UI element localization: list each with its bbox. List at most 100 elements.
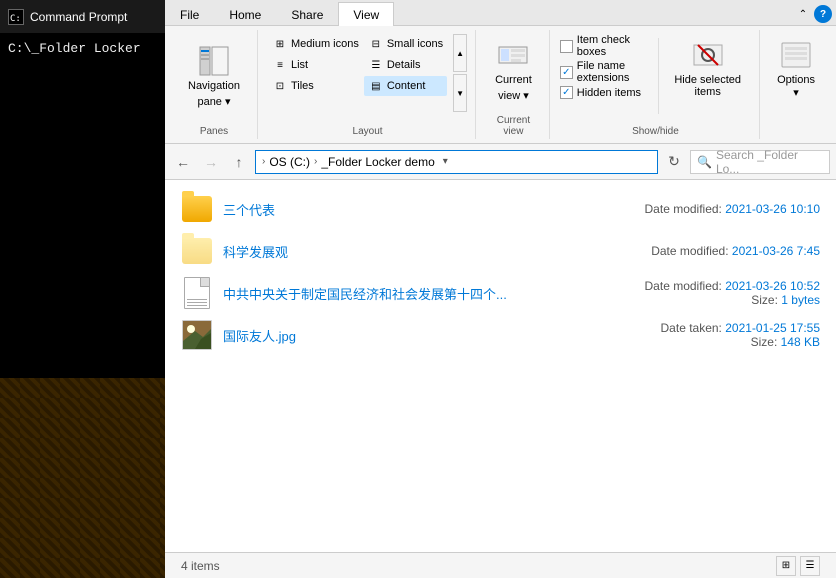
meta-label: Date modified: — [645, 279, 722, 293]
layout-content[interactable]: ▤ Content — [364, 76, 447, 96]
ribbon-group-options: Options ▾ _ — [762, 30, 830, 139]
file-meta: Date modified: 2021-03-26 10:52 Size: 1 … — [645, 279, 820, 307]
document-icon — [181, 277, 213, 309]
tiles-icon: ⊡ — [272, 78, 288, 94]
cmd-title: Command Prompt — [30, 10, 127, 24]
meta-label: Date modified: — [651, 244, 728, 258]
current-view-icon — [497, 39, 529, 71]
file-meta: Date taken: 2021-01-25 17:55 Size: 148 K… — [661, 321, 820, 349]
layout-scroll-up[interactable]: ▲ — [453, 34, 467, 72]
layout-tiles[interactable]: ⊡ Tiles — [268, 76, 363, 96]
file-meta: Date modified: 2021-03-26 10:10 — [645, 202, 820, 216]
hidden-items-option[interactable]: ✓ Hidden items — [560, 86, 652, 99]
refresh-button[interactable]: ↻ — [662, 150, 686, 174]
path-folder[interactable]: _Folder Locker demo — [321, 155, 434, 169]
cmd-panel: C: Command Prompt C:\_Folder Locker — [0, 0, 165, 578]
layout-grid: ⊞ Medium icons ⊟ Small icons ≡ List ☰ — [268, 34, 447, 96]
tab-view[interactable]: View — [338, 2, 394, 26]
up-button[interactable]: ↑ — [227, 150, 251, 174]
hide-selected-button[interactable]: Hide selected items — [664, 34, 751, 103]
tab-share[interactable]: Share — [276, 2, 338, 26]
forward-button[interactable]: → — [199, 150, 223, 174]
meta-label: Date taken: — [661, 321, 722, 335]
tab-file[interactable]: File — [165, 2, 214, 26]
file-meta: Date modified: 2021-03-26 7:45 — [651, 244, 820, 258]
folder-icon — [181, 235, 213, 267]
panes-group-content: Navigation pane ▾ — [179, 30, 249, 122]
file-name-extensions-option[interactable]: ✓ File name extensions — [560, 60, 652, 84]
meta-label: Date modified: — [645, 202, 722, 216]
ribbon-group-panes: Navigation pane ▾ Panes — [171, 30, 258, 139]
search-box[interactable]: 🔍 Search _Folder Lo... — [690, 150, 830, 174]
address-input[interactable]: › OS (C:) › _Folder Locker demo ▾ — [255, 150, 658, 174]
folder-yellow-icon — [182, 196, 212, 222]
current-view-label: Current — [495, 74, 532, 86]
meta-time: 17:55 — [790, 321, 820, 335]
file-list: 三个代表 Date modified: 2021-03-26 10:10 科学发… — [165, 180, 836, 552]
file-name: 中共中央关于制定国民经济和社会发展第十四个... — [223, 284, 635, 303]
list-item[interactable]: 三个代表 Date modified: 2021-03-26 10:10 — [165, 188, 836, 230]
hide-selected-icon — [692, 39, 724, 71]
hidden-items-cb: ✓ — [560, 86, 573, 99]
layout-medium-icons[interactable]: ⊞ Medium icons — [268, 34, 363, 54]
item-checkboxes-cb — [560, 40, 573, 53]
cmd-bottom-image — [0, 378, 165, 578]
meta-time: 10:52 — [790, 279, 820, 293]
showhide-group-label: Show/hide — [560, 122, 751, 139]
current-view-button[interactable]: Current view ▾ — [486, 34, 541, 107]
size-value: 1 bytes — [781, 293, 820, 307]
search-placeholder: Search _Folder Lo... — [716, 148, 823, 176]
file-name: 三个代表 — [223, 200, 635, 219]
doc-icon-shape — [184, 277, 210, 309]
meta-date: 2021-03-26 — [725, 279, 786, 293]
path-root[interactable]: OS (C:) — [269, 155, 310, 169]
minimize-ribbon-btn[interactable]: ⌃ — [794, 5, 812, 23]
nav-pane-sublabel: pane ▾ — [197, 95, 230, 108]
tab-home[interactable]: Home — [214, 2, 276, 26]
meta-date: 2021-03-26 — [725, 202, 786, 216]
image-icon — [181, 319, 213, 351]
list-view-button[interactable]: ☰ — [800, 556, 820, 576]
doc-line — [187, 299, 207, 300]
meta-row: Date modified: 2021-03-26 10:52 — [645, 279, 820, 293]
tab-controls: ⌃ ? — [790, 3, 836, 25]
ribbon-group-layout: ⊞ Medium icons ⊟ Small icons ≡ List ☰ — [260, 30, 476, 139]
size-label: Size: — [751, 335, 778, 349]
nav-pane-button[interactable]: Navigation pane ▾ — [179, 40, 249, 113]
layout-details[interactable]: ☰ Details — [364, 55, 447, 75]
cmd-titlebar: C: Command Prompt — [0, 0, 165, 33]
file-name: 国际友人.jpg — [223, 326, 651, 345]
file-name-extensions-cb: ✓ — [560, 66, 573, 79]
options-icon — [780, 39, 812, 71]
list-item[interactable]: 中共中央关于制定国民经济和社会发展第十四个... Date modified: … — [165, 272, 836, 314]
item-checkboxes-option[interactable]: Item check boxes — [560, 34, 652, 58]
ribbon-content: Navigation pane ▾ Panes ⊞ Medium icons — [165, 26, 836, 143]
grid-view-button[interactable]: ⊞ — [776, 556, 796, 576]
layout-small-icons[interactable]: ⊟ Small icons — [364, 34, 447, 54]
list-icon: ≡ — [272, 57, 288, 73]
list-item[interactable]: 国际友人.jpg Date taken: 2021-01-25 17:55 Si… — [165, 314, 836, 356]
layout-group-content: ⊞ Medium icons ⊟ Small icons ≡ List ☰ — [268, 30, 467, 122]
options-button[interactable]: Options ▾ — [770, 34, 822, 104]
ribbon: File Home Share View ⌃ ? — [165, 0, 836, 144]
current-view-sublabel: view ▾ — [498, 89, 529, 102]
layout-scroll-down[interactable]: ▼ — [453, 74, 467, 112]
hide-selected-label: Hide selected items — [671, 74, 744, 98]
view-toggle: ⊞ ☰ — [776, 556, 820, 576]
address-dropdown-icon[interactable]: ▾ — [439, 156, 452, 167]
list-item[interactable]: 科学发展观 Date modified: 2021-03-26 7:45 — [165, 230, 836, 272]
meta-date: 2021-03-26 — [732, 244, 793, 258]
meta-time: 10:10 — [790, 202, 820, 216]
status-bar: 4 items ⊞ ☰ — [165, 552, 836, 578]
layout-list[interactable]: ≡ List — [268, 55, 363, 75]
help-btn[interactable]: ? — [814, 5, 832, 23]
svg-text:C:: C: — [10, 14, 21, 24]
size-row: Size: 1 bytes — [645, 293, 820, 307]
layout-group-label: Layout — [268, 122, 467, 139]
options-group-content: Options ▾ — [770, 30, 822, 122]
size-label: Size: — [751, 293, 778, 307]
current-view-group-label: Current view — [486, 111, 541, 139]
back-button[interactable]: ← — [171, 150, 195, 174]
showhide-items: Item check boxes ✓ File name extensions … — [560, 34, 652, 99]
size-value: 148 KB — [781, 335, 820, 349]
